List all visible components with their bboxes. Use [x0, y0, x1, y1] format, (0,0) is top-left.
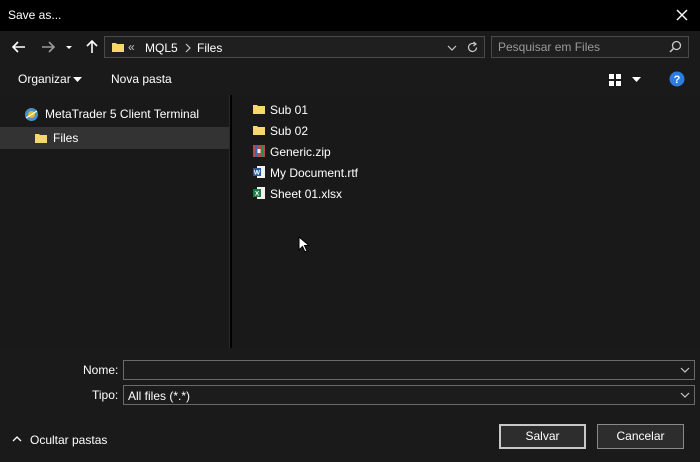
folder-icon	[35, 134, 47, 143]
folder-icon	[253, 126, 265, 135]
chevron-down-icon	[66, 46, 72, 49]
search-icon[interactable]	[669, 40, 682, 53]
hide-folders-label: Ocultar pastas	[30, 433, 108, 447]
chevron-down-icon[interactable]	[680, 391, 690, 399]
file-name: My Document.rtf	[270, 166, 359, 180]
up-button[interactable]	[83, 38, 101, 56]
file-name: Sheet 01.xlsx	[270, 187, 343, 201]
svg-text:X: X	[255, 191, 260, 198]
type-label: Tipo:	[92, 388, 119, 402]
metatrader-icon	[25, 108, 38, 121]
file-name: Sub 02	[270, 124, 309, 138]
view-options-icon[interactable]	[608, 73, 622, 87]
command-toolbar: Organizar Nova pasta ?	[0, 64, 700, 95]
view-chevron-down-icon[interactable]	[632, 77, 641, 83]
word-document-icon: W	[253, 166, 265, 178]
forward-button[interactable]	[39, 38, 57, 56]
help-icon[interactable]: ?	[669, 71, 685, 87]
file-name-combobox[interactable]	[123, 360, 695, 380]
arrow-up-icon	[86, 39, 98, 53]
file-name: Generic.zip	[270, 145, 331, 159]
chevron-right-icon	[185, 43, 191, 53]
list-item[interactable]: X Sheet 01.xlsx	[252, 184, 452, 204]
address-bar[interactable]: « MQL5 Files	[104, 36, 485, 58]
folder-icon	[253, 105, 265, 114]
file-name: Sub 01	[270, 103, 309, 117]
cancel-button[interactable]: Cancelar	[597, 424, 684, 449]
tree-item-files[interactable]: Files	[0, 127, 229, 149]
zip-archive-icon	[253, 145, 265, 157]
file-type-value: All files (*.*)	[128, 389, 191, 403]
back-button[interactable]	[10, 38, 28, 56]
list-item[interactable]: Sub 02	[252, 121, 452, 141]
chevron-up-icon	[12, 436, 22, 442]
tree-item-metatrader[interactable]: MetaTrader 5 Client Terminal	[0, 103, 229, 125]
save-button[interactable]: Salvar	[499, 424, 586, 449]
close-button[interactable]	[672, 5, 692, 25]
mouse-cursor-icon	[298, 236, 310, 253]
close-icon	[676, 9, 688, 21]
navigation-pane: MetaTrader 5 Client Terminal Files	[0, 95, 230, 348]
address-dropdown-icon[interactable]	[447, 44, 457, 52]
folder-icon	[112, 43, 124, 52]
excel-sheet-icon: X	[253, 187, 265, 199]
search-input[interactable]	[498, 40, 658, 54]
file-list: Sub 01 Sub 02 Generic.zip W My Document.…	[232, 95, 700, 348]
refresh-icon[interactable]	[466, 41, 479, 54]
recent-locations-button[interactable]	[63, 38, 75, 56]
address-overflow[interactable]: «	[128, 40, 135, 54]
list-item[interactable]: Sub 01	[252, 100, 452, 120]
organize-chevron-down-icon[interactable]	[73, 77, 82, 83]
organize-button[interactable]: Organizar	[18, 72, 71, 86]
svg-text:?: ?	[674, 74, 681, 86]
arrow-right-icon	[42, 41, 56, 53]
file-type-select[interactable]: All files (*.*)	[123, 385, 695, 405]
list-item[interactable]: W My Document.rtf	[252, 163, 452, 183]
tree-item-label: MetaTrader 5 Client Terminal	[45, 107, 200, 121]
title-bar: Save as...	[0, 0, 700, 31]
svg-text:W: W	[254, 170, 261, 177]
list-item[interactable]: Generic.zip	[252, 142, 452, 162]
tree-item-label: Files	[53, 131, 79, 145]
search-box[interactable]	[491, 36, 689, 58]
breadcrumb-mql5[interactable]: MQL5	[145, 41, 178, 55]
window-title: Save as...	[8, 8, 62, 22]
name-label: Nome:	[83, 363, 119, 377]
arrow-left-icon	[11, 41, 25, 53]
new-folder-button[interactable]: Nova pasta	[111, 72, 172, 86]
chevron-down-icon[interactable]	[680, 366, 690, 374]
breadcrumb-files[interactable]: Files	[197, 41, 222, 55]
